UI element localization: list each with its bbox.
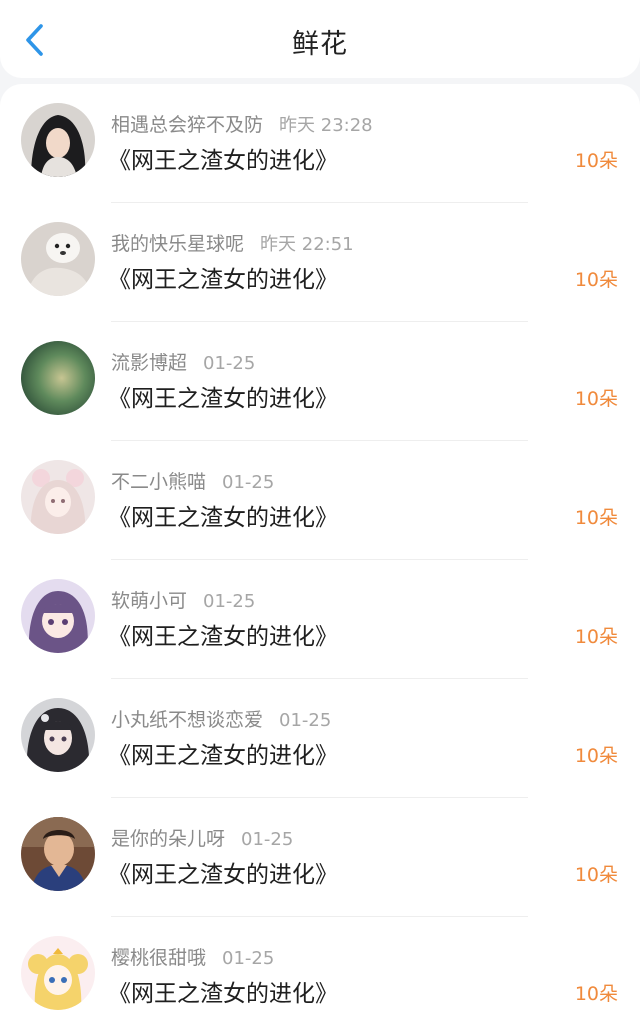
avatar[interactable] [21, 103, 95, 177]
sender-info: 相遇总会猝不及防 昨天 23:28 [111, 110, 373, 137]
sender-name[interactable]: 是你的朵儿呀 [111, 828, 225, 850]
flower-count: 10朵 [574, 269, 618, 291]
book-title[interactable]: 《网王之渣女的进化》 [108, 855, 338, 889]
sender-info: 软萌小可 01-25 [111, 586, 255, 613]
flower-count: 10朵 [574, 507, 618, 529]
gift-time: 昨天 22:51 [260, 234, 354, 255]
gift-time: 昨天 23:28 [279, 115, 373, 136]
book-title[interactable]: 《网王之渣女的进化》 [108, 736, 338, 770]
sender-info: 流影博超 01-25 [111, 348, 255, 375]
sender-name[interactable]: 小丸纸不想谈恋爱 [111, 709, 263, 731]
list-item[interactable]: 相遇总会猝不及防 昨天 23:28 《网王之渣女的进化》 10朵 [0, 84, 640, 203]
flower-count: 10朵 [574, 745, 618, 767]
avatar[interactable] [21, 222, 95, 296]
page-title: 鲜花 [292, 29, 348, 60]
flower-list-page: 鲜花 相遇总会猝不及防 昨天 23:28 《网王之渣女的进化》 10朵 我的快乐… [0, 0, 640, 1032]
sender-name[interactable]: 我的快乐星球呢 [111, 233, 244, 255]
gift-time: 01-25 [222, 948, 275, 969]
gift-time: 01-25 [241, 829, 294, 850]
list-item[interactable]: 不二小熊喵 01-25 《网王之渣女的进化》 10朵 [0, 441, 640, 560]
top-nav-bar: 鲜花 [0, 0, 640, 78]
sender-info: 樱桃很甜哦 01-25 [111, 943, 274, 970]
sender-name[interactable]: 软萌小可 [111, 590, 187, 612]
list-item[interactable]: 软萌小可 01-25 《网王之渣女的进化》 10朵 [0, 560, 640, 679]
book-title[interactable]: 《网王之渣女的进化》 [108, 498, 338, 532]
sender-name[interactable]: 樱桃很甜哦 [111, 947, 206, 969]
book-title[interactable]: 《网王之渣女的进化》 [108, 617, 338, 651]
list-item[interactable]: 樱桃很甜哦 01-25 《网王之渣女的进化》 10朵 [0, 917, 640, 1032]
gift-time: 01-25 [279, 710, 332, 731]
avatar[interactable] [21, 341, 95, 415]
gift-time: 01-25 [222, 472, 275, 493]
avatar[interactable] [21, 460, 95, 534]
book-title[interactable]: 《网王之渣女的进化》 [108, 141, 338, 175]
flower-count: 10朵 [574, 983, 618, 1005]
list-item[interactable]: 流影博超 01-25 《网王之渣女的进化》 10朵 [0, 322, 640, 441]
book-title[interactable]: 《网王之渣女的进化》 [108, 379, 338, 413]
sender-info: 是你的朵儿呀 01-25 [111, 824, 293, 851]
list-item[interactable]: 小丸纸不想谈恋爱 01-25 《网王之渣女的进化》 10朵 [0, 679, 640, 798]
sender-info: 不二小熊喵 01-25 [111, 467, 274, 494]
sender-name[interactable]: 相遇总会猝不及防 [111, 114, 263, 136]
list-item[interactable]: 是你的朵儿呀 01-25 《网王之渣女的进化》 10朵 [0, 798, 640, 917]
gift-time: 01-25 [203, 353, 256, 374]
gift-time: 01-25 [203, 591, 256, 612]
flower-count: 10朵 [574, 864, 618, 886]
book-title[interactable]: 《网王之渣女的进化》 [108, 974, 338, 1008]
avatar[interactable] [21, 698, 95, 772]
avatar[interactable] [21, 579, 95, 653]
book-title[interactable]: 《网王之渣女的进化》 [108, 260, 338, 294]
flower-count: 10朵 [574, 150, 618, 172]
flower-count: 10朵 [574, 388, 618, 410]
avatar[interactable] [21, 817, 95, 891]
flower-gift-list: 相遇总会猝不及防 昨天 23:28 《网王之渣女的进化》 10朵 我的快乐星球呢昨… [0, 84, 640, 1032]
list-item[interactable]: 我的快乐星球呢 昨天 22:51 《网王之渣女的进化》 10朵 [0, 203, 640, 322]
sender-name[interactable]: 不二小熊喵 [111, 471, 206, 493]
sender-info: 我的快乐星球呢 昨天 22:51 [111, 229, 354, 256]
sender-name[interactable]: 流影博超 [111, 352, 187, 374]
flower-count: 10朵 [574, 626, 618, 648]
sender-info: 小丸纸不想谈恋爱 01-25 [111, 705, 331, 732]
avatar[interactable] [21, 936, 95, 1010]
